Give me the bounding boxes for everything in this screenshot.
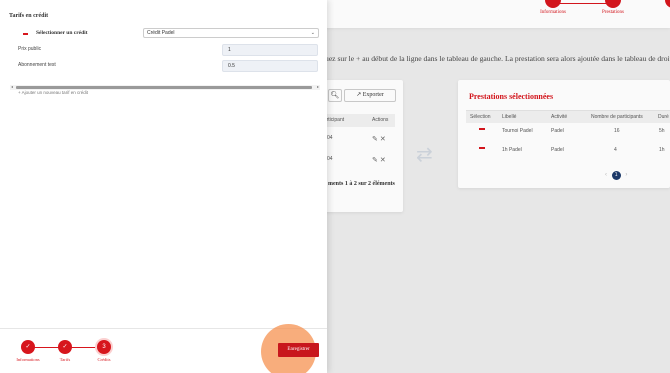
credit-select[interactable]: Crédit Padel ⌄ — [143, 28, 319, 38]
credit-select-label: Sélectionner un crédit — [36, 30, 88, 36]
credit-select-value: Crédit Padel — [147, 30, 175, 36]
add-credit-tariff-link[interactable]: + Ajouter un nouveau tarif en crédit — [18, 90, 88, 95]
plus-icon: + — [18, 90, 21, 95]
field-label: Prix public — [18, 46, 42, 52]
wizard-step-label: Informations — [16, 357, 40, 362]
field-label: Abonnement test — [18, 62, 56, 68]
save-button[interactable]: Enregistrer — [278, 343, 319, 357]
scroll-left-icon[interactable]: ◂ — [11, 84, 13, 89]
wizard-step-credits[interactable]: 3 — [97, 340, 111, 354]
modal-backdrop[interactable] — [327, 0, 670, 373]
wizard-step-tarifs[interactable]: ✓ — [58, 340, 72, 354]
credit-tariffs-panel: Tarifs en crédit Sélectionner un crédit … — [0, 0, 327, 373]
price-row: Abonnement test 0.5 — [0, 60, 327, 72]
chevron-down-icon: ⌄ — [310, 30, 315, 36]
wizard-step-informations[interactable]: ✓ — [21, 340, 35, 354]
abonnement-test-input[interactable]: 0.5 — [222, 60, 318, 72]
prix-public-input[interactable]: 1 — [222, 44, 318, 56]
wizard-step-label: Tarifs — [59, 357, 71, 362]
remove-icon[interactable] — [23, 33, 28, 35]
add-link-label: Ajouter un nouveau tarif en crédit — [21, 90, 88, 95]
credit-select-row: Sélectionner un crédit Crédit Padel ⌄ — [10, 28, 320, 40]
wizard-step-label: Crédits — [97, 357, 111, 362]
scroll-right-icon[interactable]: ▸ — [317, 84, 319, 89]
panel-title: Tarifs en crédit — [9, 13, 49, 19]
scrollbar-thumb[interactable] — [16, 86, 312, 89]
price-row: Prix public 1 — [0, 44, 327, 56]
